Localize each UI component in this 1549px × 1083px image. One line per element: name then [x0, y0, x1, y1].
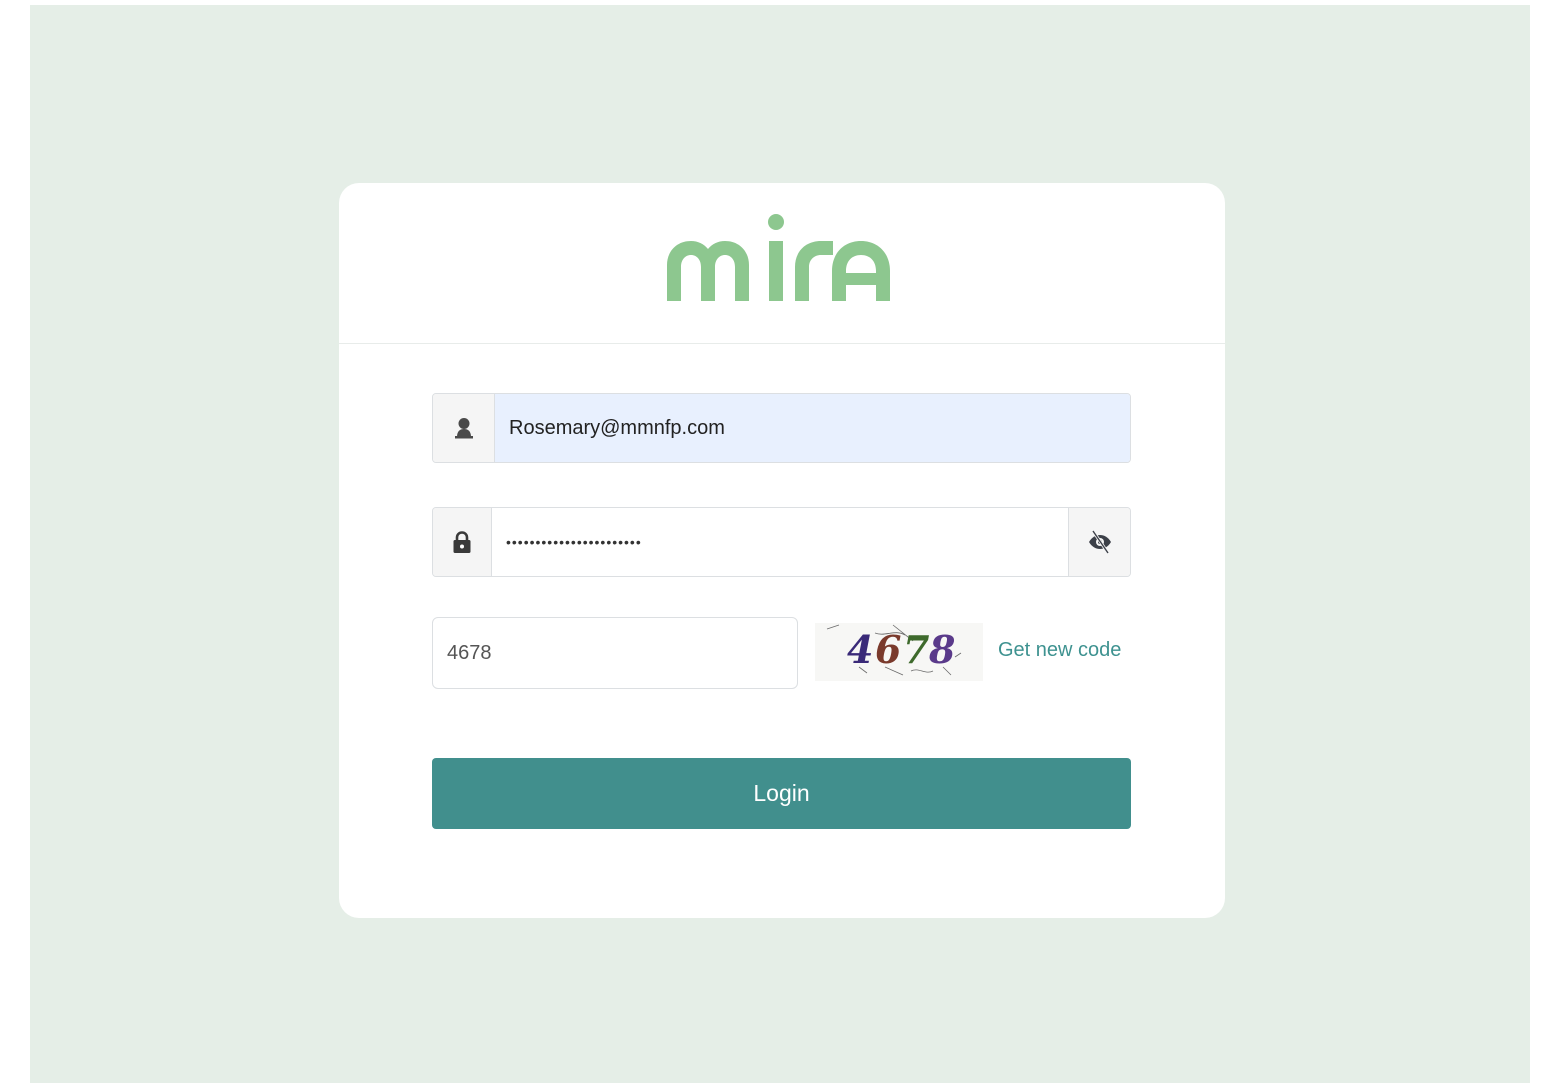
get-new-code-link[interactable]: Get new code: [998, 639, 1121, 662]
captcha-image: 4 6 7 8: [815, 623, 983, 681]
card-header: mira: [339, 183, 1225, 344]
password-field[interactable]: [492, 508, 1068, 576]
mira-logo: [667, 214, 890, 301]
login-card: mira: [339, 183, 1225, 918]
svg-text:6: 6: [875, 627, 901, 672]
username-input-group: [432, 393, 1131, 463]
login-button[interactable]: Login: [432, 758, 1131, 829]
password-input-group: [432, 507, 1131, 577]
svg-text:4: 4: [847, 627, 873, 672]
user-icon: [433, 394, 495, 462]
username-field[interactable]: [495, 394, 1130, 462]
svg-text:8: 8: [928, 627, 955, 672]
eye-slash-icon[interactable]: [1068, 508, 1130, 576]
svg-text:7: 7: [903, 627, 929, 672]
captcha-field[interactable]: [432, 617, 798, 689]
lock-icon: [433, 508, 492, 576]
